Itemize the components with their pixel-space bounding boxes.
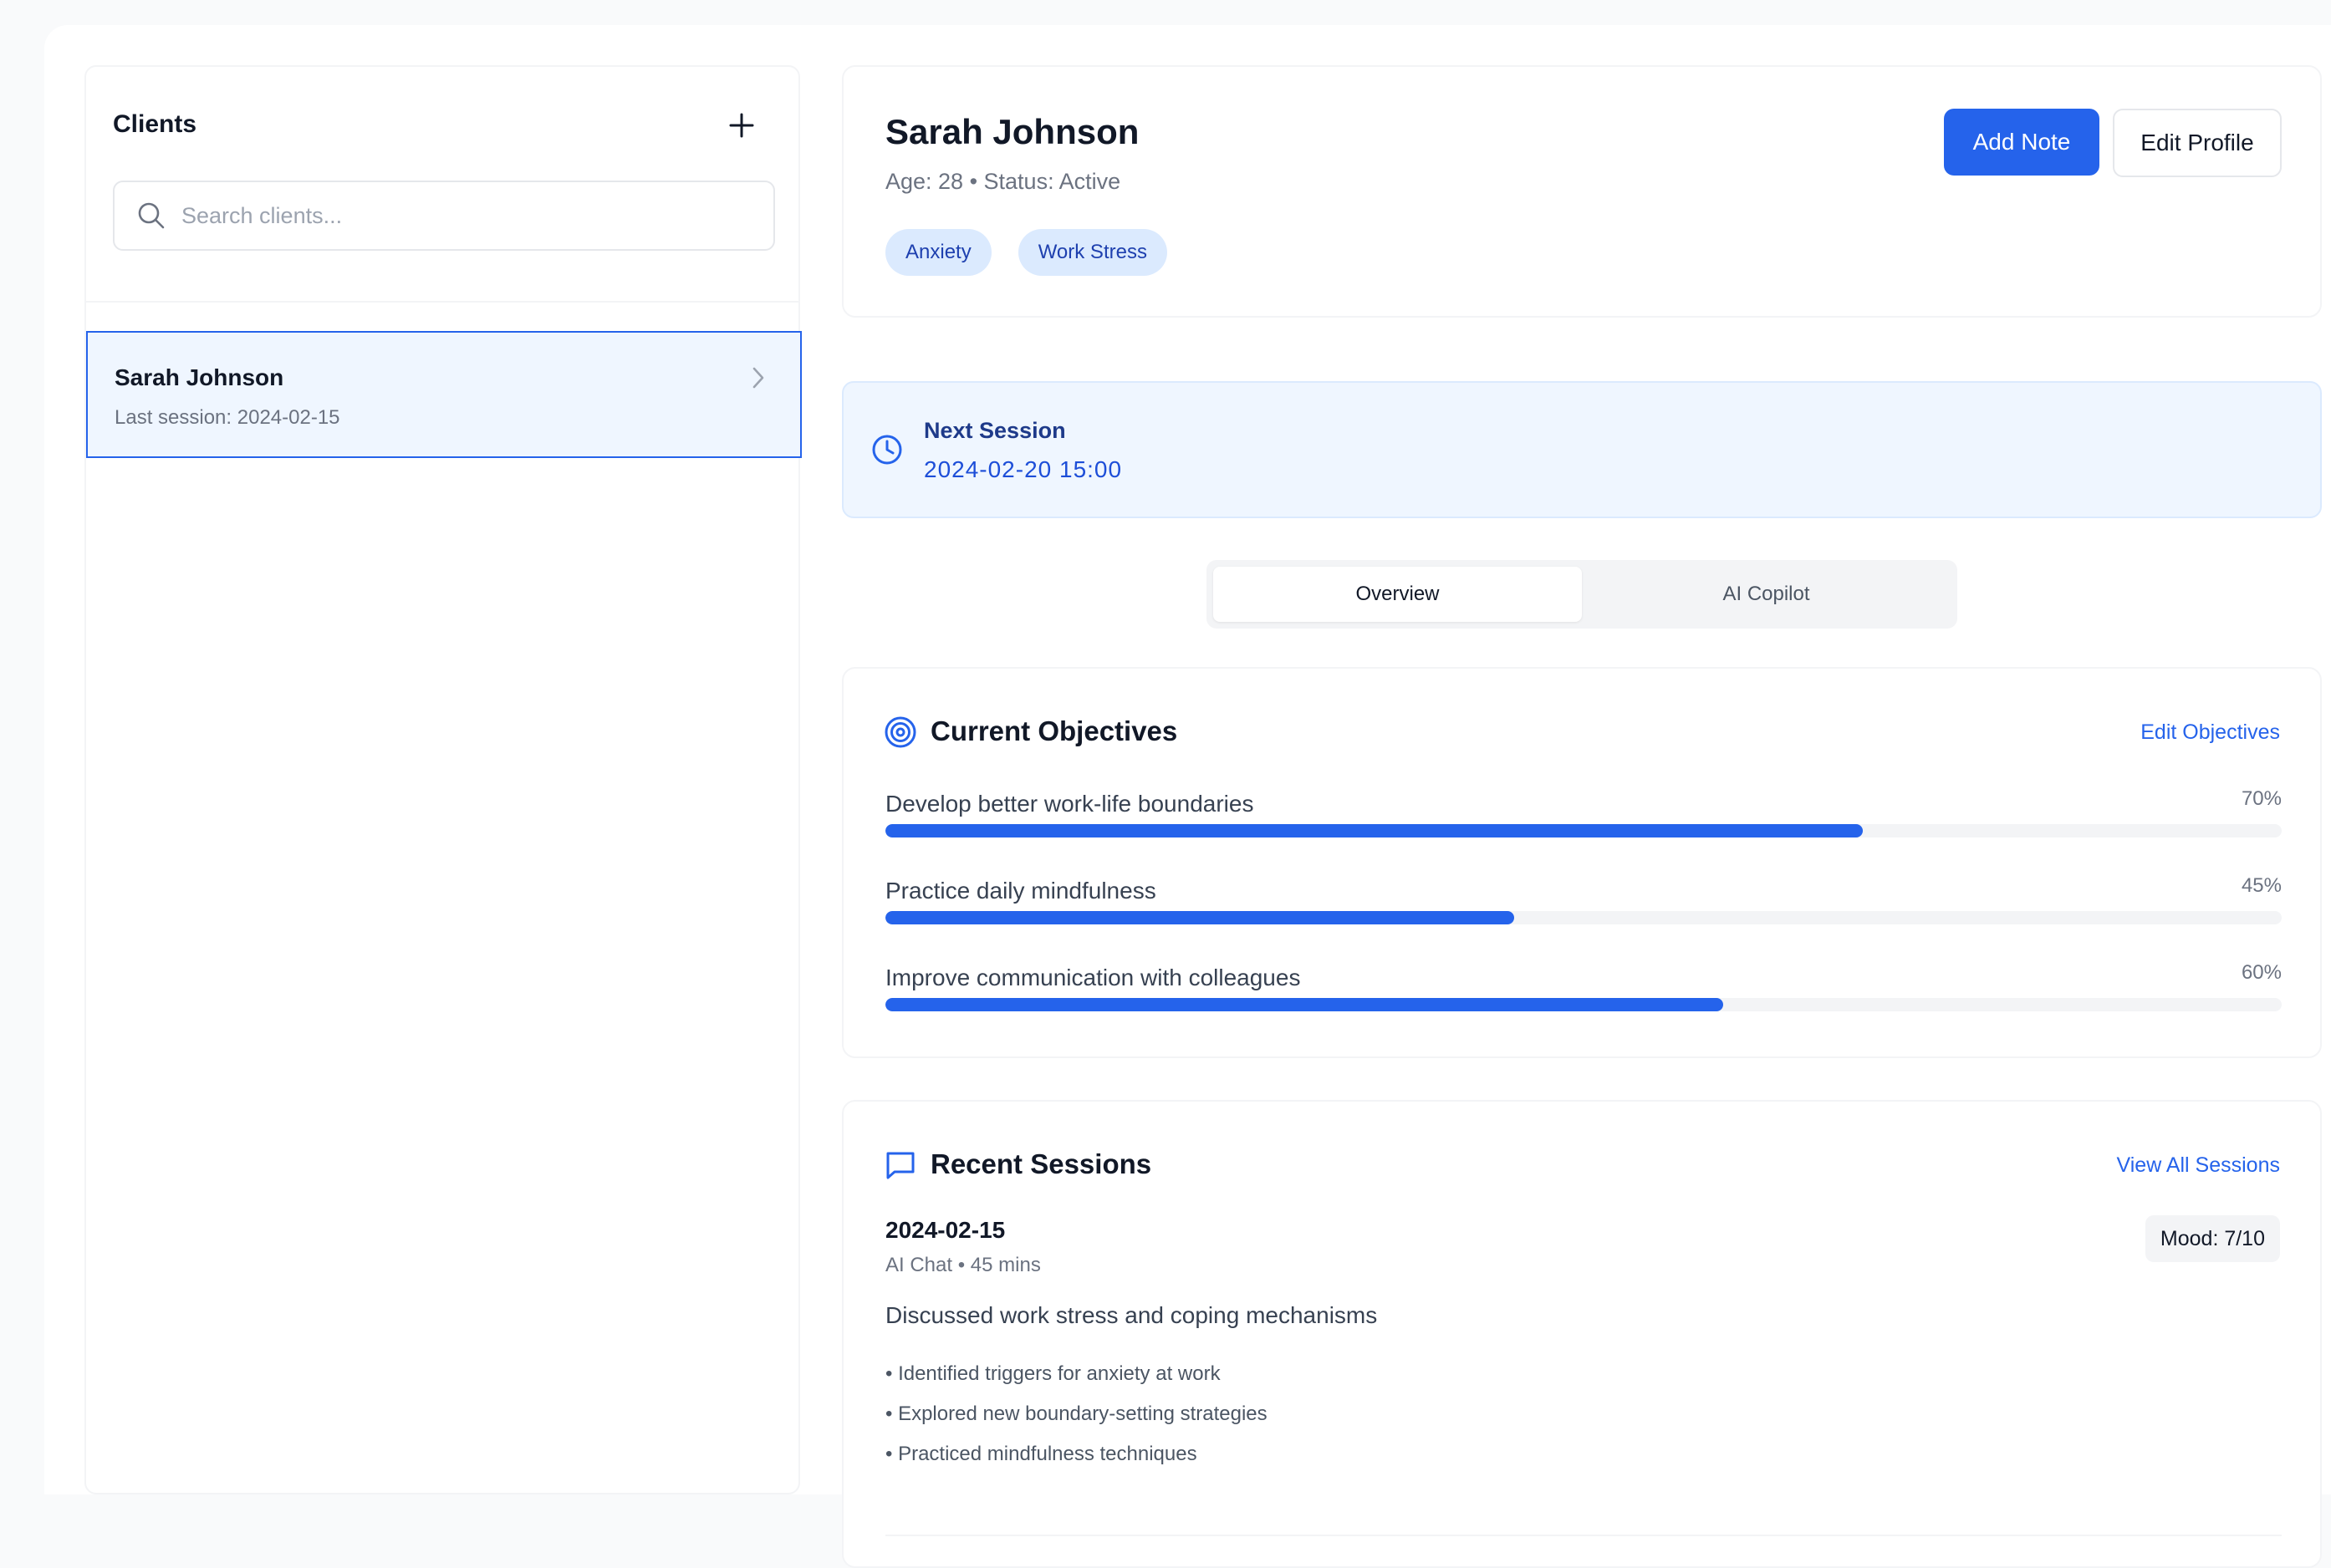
next-session-label: Next Session	[924, 418, 1066, 443]
search-icon	[138, 202, 165, 229]
session-notes: • Identified triggers for anxiety at wor…	[885, 1354, 1268, 1474]
objectives-title: Current Objectives	[931, 715, 1178, 746]
client-list-item[interactable]: Sarah Johnson Last session: 2024-02-15	[86, 331, 802, 458]
client-sidebar: Clients Sarah Johnson Last session: 2024…	[84, 65, 802, 1494]
client-meta: Age: 28 • Status: Active	[885, 169, 1121, 194]
session-note: • Practiced mindfulness techniques	[885, 1443, 1197, 1465]
objective-percent: 45%	[2241, 874, 2282, 897]
session-divider	[885, 1535, 2282, 1536]
client-title: Sarah Johnson	[885, 112, 1140, 151]
objective-label: Improve communication with colleagues	[885, 965, 1301, 990]
session-summary: Discussed work stress and coping mechani…	[885, 1302, 1378, 1328]
client-last-session: Last session: 2024-02-15	[115, 406, 340, 429]
objective-label: Develop better work-life boundaries	[885, 791, 1254, 817]
profile-card: Sarah Johnson Age: 28 • Status: Active A…	[842, 65, 2322, 318]
tab-overview[interactable]: Overview	[1213, 567, 1582, 622]
mood-badge: Mood: 7/10	[2145, 1215, 2280, 1262]
progress-track	[885, 911, 2282, 924]
plus-icon	[729, 113, 754, 138]
progress-fill	[885, 998, 1723, 1011]
sessions-card: Recent Sessions View All Sessions 2024-0…	[842, 1100, 2322, 1568]
app-window: Clients Sarah Johnson Last session: 2024…	[44, 25, 2331, 1568]
add-client-button[interactable]	[725, 109, 758, 142]
session-date: 2024-02-15	[885, 1217, 1006, 1243]
add-note-button[interactable]: Add Note	[1944, 109, 2099, 176]
next-session-banner: Next Session 2024-02-20 15:00	[842, 381, 2322, 518]
chat-bubble-icon	[886, 1152, 915, 1179]
progress-track	[885, 824, 2282, 837]
view-all-sessions-link[interactable]: View All Sessions	[2117, 1153, 2280, 1178]
objective-percent: 70%	[2241, 787, 2282, 810]
client-name: Sarah Johnson	[115, 364, 284, 390]
tag-work-stress: Work Stress	[1018, 229, 1167, 276]
tag-anxiety: Anxiety	[885, 229, 992, 276]
tab-bar: Overview AI Copilot	[1206, 560, 1957, 629]
session-meta: AI Chat • 45 mins	[885, 1254, 1041, 1276]
sidebar-title: Clients	[113, 110, 197, 138]
tag-list: Anxiety Work Stress	[885, 229, 1167, 276]
target-icon	[885, 716, 916, 748]
edit-profile-button[interactable]: Edit Profile	[2113, 109, 2282, 177]
edit-objectives-link[interactable]: Edit Objectives	[2140, 720, 2280, 745]
progress-track	[885, 998, 2282, 1011]
session-note: • Identified triggers for anxiety at wor…	[885, 1362, 1221, 1385]
sidebar-header: Clients	[86, 67, 798, 303]
session-note: • Explored new boundary-setting strategi…	[885, 1403, 1268, 1425]
progress-fill	[885, 824, 1863, 837]
objective-percent: 60%	[2241, 961, 2282, 984]
search-box[interactable]	[113, 181, 775, 251]
objectives-card: Current Objectives Edit Objectives Devel…	[842, 667, 2322, 1058]
tab-ai-copilot[interactable]: AI Copilot	[1582, 567, 1951, 622]
next-session-datetime: 2024-02-20 15:00	[924, 456, 1123, 482]
objective-label: Practice daily mindfulness	[885, 878, 1156, 904]
search-input[interactable]	[181, 202, 750, 229]
clock-icon	[872, 435, 902, 465]
chevron-right-icon	[752, 367, 764, 389]
progress-fill	[885, 911, 1514, 924]
sessions-title: Recent Sessions	[931, 1148, 1152, 1179]
